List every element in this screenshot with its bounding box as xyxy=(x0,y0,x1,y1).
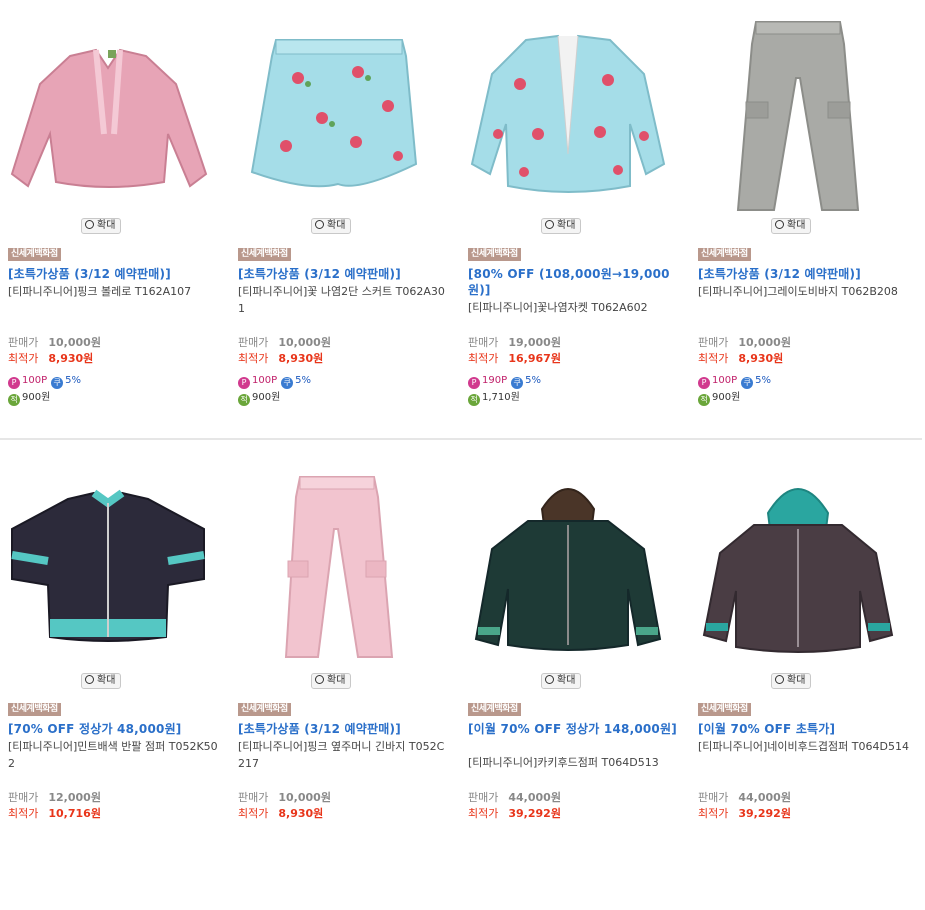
zoom-button[interactable]: 확대 xyxy=(81,673,122,689)
zoom-button[interactable]: 확대 xyxy=(311,218,352,234)
best-price: 최적가 8,930원 xyxy=(698,352,784,365)
savings-icon: 적 xyxy=(468,394,480,406)
promo-link[interactable]: [이월 70% OFF 초특가] xyxy=(698,721,908,737)
product-name-link[interactable]: [티파니주니어]꽃 나염2단 스커트 T062A301 xyxy=(238,283,450,317)
savings-icon: 적 xyxy=(8,394,20,406)
zoom-button[interactable]: 확대 xyxy=(541,673,582,689)
benefits-line: P 100P 쿠 5% xyxy=(698,374,771,389)
coupon-icon: 쿠 xyxy=(741,377,754,389)
product-image-navy-hood[interactable] xyxy=(698,469,898,667)
best-price: 최적가 16,967원 xyxy=(468,352,561,365)
magnifier-icon xyxy=(545,675,554,684)
product-image-floral-jacket[interactable] xyxy=(468,14,668,212)
magnifier-icon xyxy=(775,220,784,229)
magnifier-icon xyxy=(85,675,94,684)
sale-price: 판매가 44,000원 xyxy=(698,791,791,804)
coupon-icon: 쿠 xyxy=(51,377,64,389)
sale-price: 판매가 10,000원 xyxy=(238,336,331,349)
sale-price: 판매가 10,000원 xyxy=(698,336,791,349)
product-name-link[interactable]: [티파니주니어]핑크 볼레로 T162A107 xyxy=(8,283,220,300)
promo-link[interactable]: [80% OFF (108,000원→19,000원)] xyxy=(468,266,678,298)
product-name-link[interactable]: [티파니주니어]민트배색 반팔 점퍼 T052K502 xyxy=(8,738,220,772)
best-price: 최적가 8,930원 xyxy=(238,352,324,365)
coupon-icon: 쿠 xyxy=(511,377,524,389)
product-row: 확대 신세계백화점 [70% OFF 정상가 48,000원] [티파니주니어]… xyxy=(0,455,925,910)
promo-link[interactable]: [초특가상품 (3/12 예약판매)] xyxy=(238,266,448,282)
product-name-link[interactable]: [티파니주니어]카키후드점퍼 T064D513 xyxy=(468,754,680,771)
best-price: 최적가 8,930원 xyxy=(238,807,324,820)
store-badge: 신세계백화점 xyxy=(8,703,61,716)
product-image-gray-pants[interactable] xyxy=(698,14,898,212)
best-price: 최적가 10,716원 xyxy=(8,807,101,820)
store-badge: 신세계백화점 xyxy=(468,248,521,261)
savings-icon: 적 xyxy=(698,394,710,406)
store-badge: 신세계백화점 xyxy=(698,248,751,261)
product-image-mint-jumper[interactable] xyxy=(8,469,208,667)
zoom-button[interactable]: 확대 xyxy=(81,218,122,234)
promo-link[interactable]: [초특가상품 (3/12 예약판매)] xyxy=(238,721,448,737)
savings-line: 적 900원 xyxy=(698,391,740,406)
promo-link[interactable]: [이월 70% OFF 정상가 148,000원] xyxy=(468,721,678,737)
benefits-line: P 100P 쿠 5% xyxy=(238,374,311,389)
promo-link[interactable]: [70% OFF 정상가 48,000원] xyxy=(8,721,218,737)
zoom-button[interactable]: 확대 xyxy=(771,673,812,689)
sale-price: 판매가 10,000원 xyxy=(238,791,331,804)
savings-icon: 적 xyxy=(238,394,250,406)
magnifier-icon xyxy=(85,220,94,229)
point-icon: P xyxy=(468,377,480,389)
product-grid: 확대 신세계백화점 [초특가상품 (3/12 예약판매)] [티파니주니어]핑크… xyxy=(0,0,925,910)
best-price: 최적가 39,292원 xyxy=(698,807,791,820)
savings-line: 적 900원 xyxy=(238,391,280,406)
row-divider xyxy=(0,438,922,440)
store-badge: 신세계백화점 xyxy=(8,248,61,261)
magnifier-icon xyxy=(315,220,324,229)
product-image-pink-bolero[interactable] xyxy=(8,14,208,212)
store-badge: 신세계백화점 xyxy=(238,248,291,261)
product-image-pink-pants[interactable] xyxy=(238,469,438,667)
promo-link[interactable]: [초특가상품 (3/12 예약판매)] xyxy=(698,266,908,282)
product-name-link[interactable]: [티파니주니어]그레이도비바지 T062B208 xyxy=(698,283,910,300)
product-name-link[interactable]: [티파니주니어]꽃나염자켓 T062A602 xyxy=(468,299,680,316)
product-image-khaki-hood[interactable] xyxy=(468,469,668,667)
point-icon: P xyxy=(238,377,250,389)
product-row: 확대 신세계백화점 [초특가상품 (3/12 예약판매)] [티파니주니어]핑크… xyxy=(0,0,925,455)
product-image-floral-skirt[interactable] xyxy=(238,14,438,212)
sale-price: 판매가 12,000원 xyxy=(8,791,101,804)
sale-price: 판매가 10,000원 xyxy=(8,336,101,349)
zoom-button[interactable]: 확대 xyxy=(311,673,352,689)
zoom-button[interactable]: 확대 xyxy=(541,218,582,234)
product-name-link[interactable]: [티파니주니어]핑크 옆주머니 긴바지 T052C217 xyxy=(238,738,450,772)
benefits-line: P 100P 쿠 5% xyxy=(8,374,81,389)
magnifier-icon xyxy=(545,220,554,229)
coupon-icon: 쿠 xyxy=(281,377,294,389)
sale-price: 판매가 44,000원 xyxy=(468,791,561,804)
point-icon: P xyxy=(698,377,710,389)
sale-price: 판매가 19,000원 xyxy=(468,336,561,349)
store-badge: 신세계백화점 xyxy=(238,703,291,716)
promo-link[interactable]: [초특가상품 (3/12 예약판매)] xyxy=(8,266,218,282)
zoom-button[interactable]: 확대 xyxy=(771,218,812,234)
benefits-line: P 190P 쿠 5% xyxy=(468,374,541,389)
magnifier-icon xyxy=(775,675,784,684)
store-badge: 신세계백화점 xyxy=(468,703,521,716)
savings-line: 적 1,710원 xyxy=(468,391,520,406)
best-price: 최적가 39,292원 xyxy=(468,807,561,820)
store-badge: 신세계백화점 xyxy=(698,703,751,716)
best-price: 최적가 8,930원 xyxy=(8,352,94,365)
product-name-link[interactable]: [티파니주니어]네이비후드겹점퍼 T064D514 xyxy=(698,738,910,755)
savings-line: 적 900원 xyxy=(8,391,50,406)
magnifier-icon xyxy=(315,675,324,684)
point-icon: P xyxy=(8,377,20,389)
